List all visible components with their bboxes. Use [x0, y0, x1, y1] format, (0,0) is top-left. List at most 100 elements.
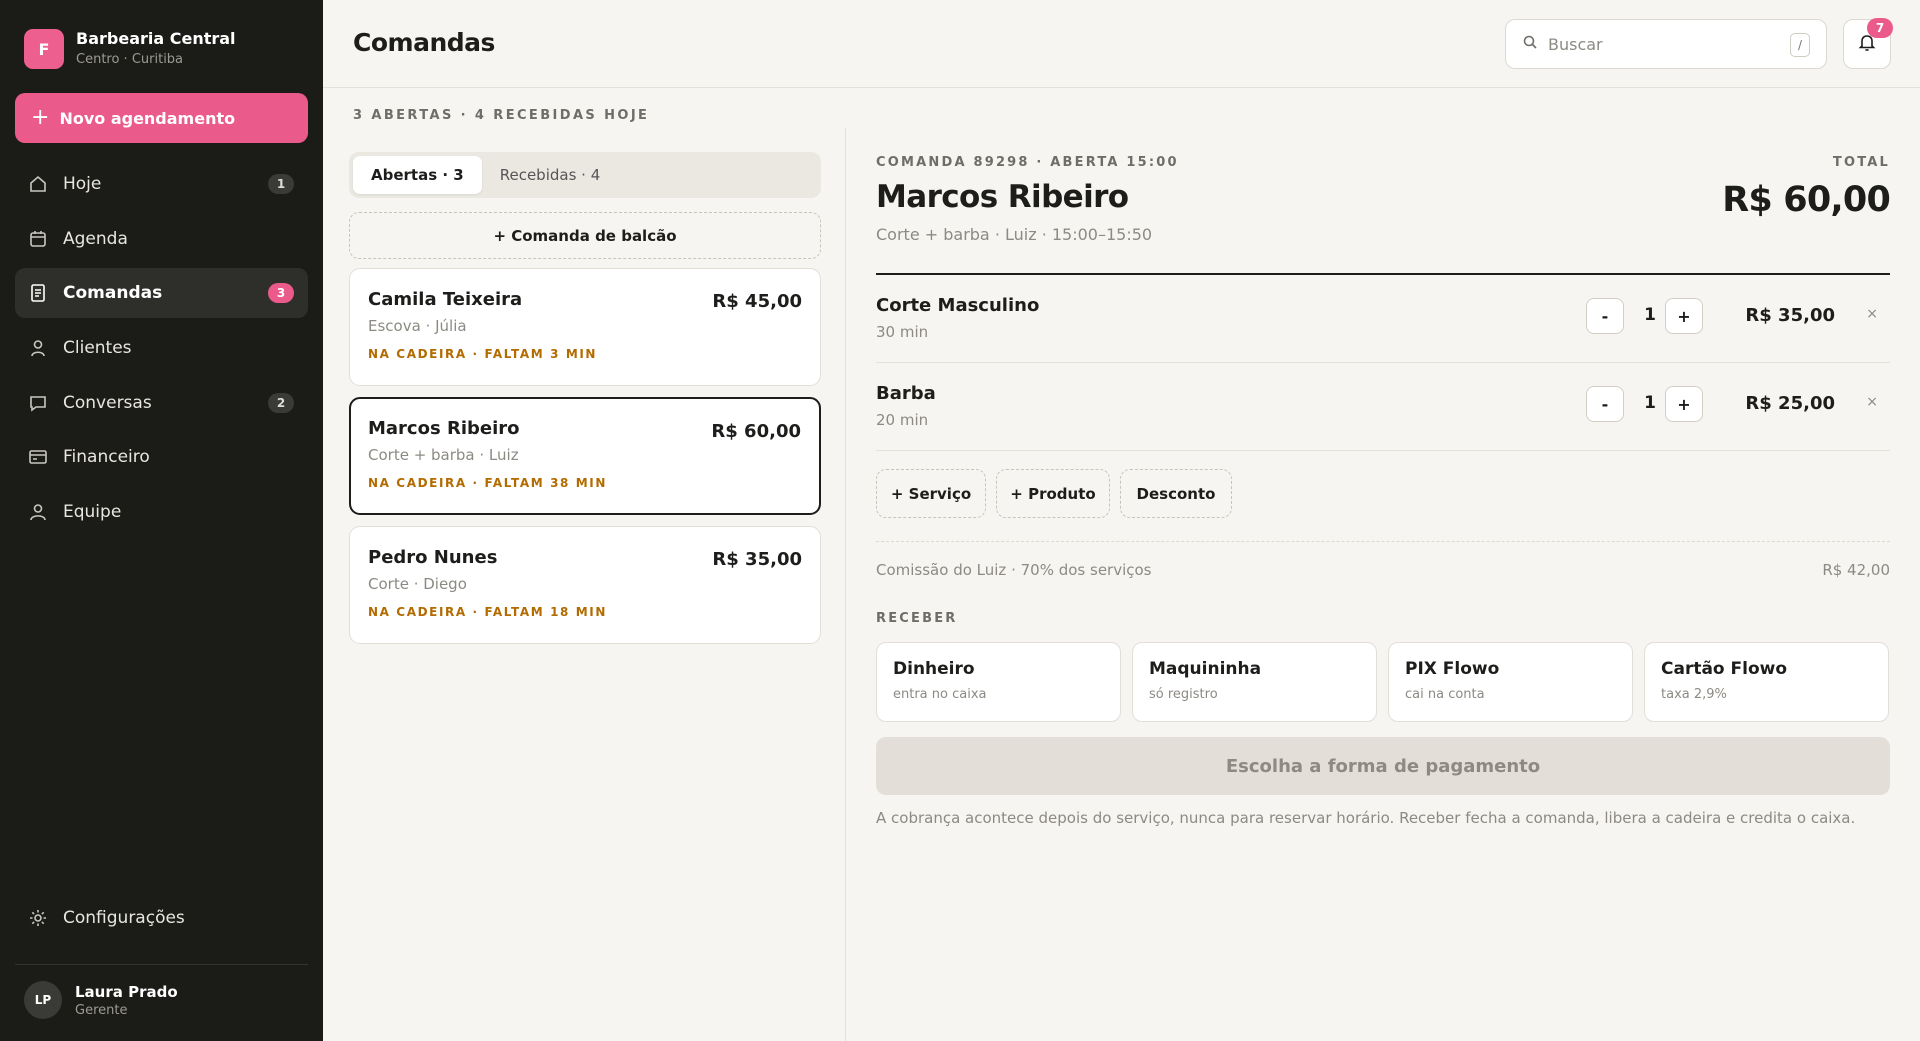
- count-badge: 1: [268, 174, 294, 194]
- decrease-quantity-button[interactable]: -: [1586, 298, 1624, 334]
- person-icon: [27, 337, 49, 359]
- quantity-value: 1: [1644, 393, 1656, 413]
- total-label: TOTAL: [1832, 155, 1890, 170]
- order-price: R$ 35,00: [712, 549, 802, 570]
- sidebar-divider: [15, 964, 308, 965]
- orders-summary: 3 ABERTAS · 4 RECEBIDAS HOJE: [353, 108, 650, 123]
- line-item-price: R$ 35,00: [1745, 305, 1835, 326]
- decrease-quantity-button[interactable]: -: [1586, 386, 1624, 422]
- order-meta: COMANDA 89298 · ABERTA 15:00: [876, 155, 1179, 170]
- top-bar: Comandas Buscar / 7: [323, 0, 1920, 88]
- order-price: R$ 60,00: [711, 421, 801, 442]
- order-service: Corte · Diego: [368, 575, 467, 593]
- sidebar-item-conversas[interactable]: Conversas 2: [15, 378, 308, 428]
- add-service-button[interactable]: + Serviço: [876, 469, 986, 518]
- notifications-button[interactable]: 7: [1843, 18, 1893, 69]
- brand[interactable]: F Barbearia Central Centro · Curitiba: [24, 29, 236, 69]
- sidebar-item-equipe[interactable]: Equipe: [15, 487, 308, 537]
- line-item-name: Barba: [876, 383, 936, 404]
- order-price: R$ 45,00: [712, 291, 802, 312]
- sidebar-item-hoje[interactable]: Hoje 1: [15, 159, 308, 209]
- team-icon: [27, 501, 49, 523]
- payment-option-note: taxa 2,9%: [1661, 687, 1727, 702]
- search-icon: [1522, 34, 1538, 54]
- tab-recebidas[interactable]: Recebidas · 4: [482, 156, 619, 194]
- sidebar-item-financeiro[interactable]: Financeiro: [15, 432, 308, 482]
- sidebar-item-settings[interactable]: Configurações: [27, 907, 185, 929]
- payment-option-name: PIX Flowo: [1405, 659, 1500, 679]
- payment-option-note: só registro: [1149, 687, 1218, 702]
- line-item-duration: 20 min: [876, 411, 929, 429]
- new-appointment-label: Novo agendamento: [59, 108, 236, 128]
- settings-label: Configurações: [63, 908, 185, 928]
- brand-logo: F: [24, 29, 64, 69]
- payment-option-note: cai na conta: [1405, 687, 1485, 702]
- receipt-icon: [27, 282, 49, 304]
- sidebar-item-label: Clientes: [63, 338, 132, 359]
- order-total: R$ 60,00: [1722, 180, 1891, 220]
- payment-option-pix[interactable]: PIX Flowo cai na conta: [1388, 642, 1633, 722]
- line-item-price: R$ 25,00: [1745, 393, 1835, 414]
- line-item-duration: 30 min: [876, 323, 929, 341]
- user-name: Laura Prado: [75, 982, 178, 1001]
- page-title: Comandas: [353, 28, 495, 57]
- sidebar-item-clientes[interactable]: Clientes: [15, 323, 308, 373]
- payment-option-maquininha[interactable]: Maquininha só registro: [1132, 642, 1377, 722]
- orders-tabs: Abertas · 3 Recebidas · 4: [349, 152, 821, 198]
- payment-option-note: entra no caixa: [893, 687, 987, 702]
- line-item-name: Corte Masculino: [876, 295, 1040, 316]
- new-appointment-button[interactable]: + Novo agendamento: [15, 93, 308, 143]
- commission-label: Comissão do Luiz · 70% dos serviços: [876, 561, 1152, 579]
- increase-quantity-button[interactable]: +: [1665, 298, 1703, 334]
- sidebar-item-comandas[interactable]: Comandas 3: [15, 268, 308, 319]
- receive-section-label: RECEBER: [876, 611, 958, 626]
- count-badge: 2: [268, 392, 294, 413]
- card-icon: [27, 446, 49, 468]
- sidebar-item-label: Conversas: [63, 392, 152, 413]
- sidebar-item-label: Comandas: [63, 283, 163, 304]
- sidebar-nav: Hoje 1 Agenda Comandas 3 Clientes Conver…: [15, 159, 308, 542]
- tab-abertas[interactable]: Abertas · 3: [353, 156, 482, 194]
- increase-quantity-button[interactable]: +: [1665, 386, 1703, 422]
- payment-footnote: A cobrança acontece depois do serviço, n…: [876, 809, 1856, 827]
- order-client-title: Marcos Ribeiro: [876, 179, 1129, 215]
- choose-payment-button[interactable]: Escolha a forma de pagamento: [876, 737, 1890, 795]
- home-icon: [27, 173, 49, 195]
- sidebar-item-agenda[interactable]: Agenda: [15, 214, 308, 264]
- order-status: NA CADEIRA · FALTAM 18 MIN: [368, 605, 608, 619]
- payment-option-name: Cartão Flowo: [1661, 659, 1788, 679]
- order-service: Escova · Júlia: [368, 317, 467, 335]
- chat-icon: [27, 392, 49, 414]
- sidebar: F Barbearia Central Centro · Curitiba + …: [0, 0, 323, 1041]
- add-product-button[interactable]: + Produto: [996, 469, 1110, 518]
- calendar-icon: [27, 228, 49, 250]
- order-status: NA CADEIRA · FALTAM 38 MIN: [368, 476, 608, 490]
- payment-option-dinheiro[interactable]: Dinheiro entra no caixa: [876, 642, 1121, 722]
- sidebar-item-label: Financeiro: [63, 447, 150, 468]
- search-input[interactable]: Buscar /: [1505, 19, 1827, 69]
- count-badge: 3: [268, 283, 294, 304]
- order-subtitle: Corte + barba · Luiz · 15:00–15:50: [876, 225, 1153, 244]
- remove-item-button[interactable]: ×: [1866, 306, 1878, 322]
- payment-option-card[interactable]: Cartão Flowo taxa 2,9%: [1644, 642, 1889, 722]
- commission-value: R$ 42,00: [1822, 561, 1890, 579]
- notification-count-badge: 7: [1867, 18, 1893, 38]
- search-placeholder: Buscar: [1548, 34, 1603, 54]
- user-profile[interactable]: LP Laura Prado Gerente: [24, 981, 178, 1019]
- order-card-selected[interactable]: Marcos Ribeiro R$ 60,00 Corte + barba · …: [349, 397, 821, 515]
- order-service: Corte + barba · Luiz: [368, 446, 519, 464]
- discount-button[interactable]: Desconto: [1120, 469, 1232, 518]
- dashed-divider: [876, 541, 1890, 542]
- payment-option-name: Dinheiro: [893, 659, 975, 679]
- order-card[interactable]: Camila Teixeira R$ 45,00 Escova · Júlia …: [349, 268, 821, 386]
- remove-item-button[interactable]: ×: [1866, 394, 1878, 410]
- line-item: Corte Masculino 30 min - 1 + R$ 35,00 ×: [876, 275, 1890, 363]
- order-card[interactable]: Pedro Nunes R$ 35,00 Corte · Diego NA CA…: [349, 526, 821, 644]
- order-status: NA CADEIRA · FALTAM 3 MIN: [368, 347, 598, 361]
- quantity-value: 1: [1644, 305, 1656, 325]
- column-divider: [845, 128, 846, 1041]
- sidebar-item-label: Agenda: [63, 228, 128, 249]
- sidebar-item-label: Equipe: [63, 502, 122, 523]
- counter-order-button[interactable]: + Comanda de balcão: [349, 212, 821, 259]
- payment-option-name: Maquininha: [1149, 659, 1262, 679]
